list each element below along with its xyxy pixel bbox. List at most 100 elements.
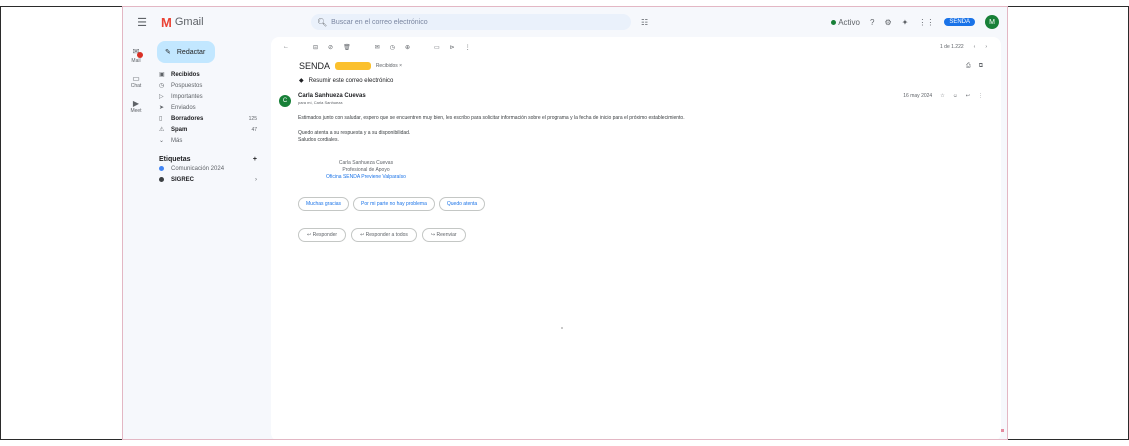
gmail-logo[interactable]: M Gmail (161, 15, 271, 30)
rail-item-meet[interactable]: ▶ Meet (123, 99, 149, 114)
labels-title: Etiquetas (159, 156, 191, 163)
sidebar-item-more[interactable]: ⌄ Más (153, 135, 263, 146)
spam-icon: ⚠ (159, 127, 165, 133)
email-paragraph: Saludos cordiales. (298, 137, 339, 143)
reply-button[interactable]: ↩ Responder (298, 228, 347, 242)
prev-icon[interactable]: ‹ (974, 44, 976, 50)
sidebar-item-spam[interactable]: ⚠ Spam 47 (153, 124, 263, 135)
inbox-chip[interactable]: Recibidos × (376, 63, 402, 69)
rail-item-chat[interactable]: ▭ Chat (123, 74, 149, 89)
gemini-icon[interactable]: ✦ (902, 18, 909, 27)
message-toolbar: ← ⊟ ⊘ 🗑︎ ✉ ◷ ⊕ ▭ ⊳ ⋮ 1 de 1.222 ‹ › (271, 37, 1001, 57)
report-spam-icon[interactable]: ⊘ (328, 44, 333, 51)
rail-label: Mail (131, 58, 141, 64)
sidebar-label-item[interactable]: Comunicación 2024 (153, 163, 263, 174)
draft-icon: ▯ (159, 116, 163, 122)
print-icon[interactable]: ⎙ (966, 63, 971, 70)
sidebar-item-label: Borradores (171, 115, 204, 122)
sender-name[interactable]: Carla Sanhueza Cuevas (298, 93, 366, 99)
add-task-icon[interactable]: ⊕ (405, 44, 410, 51)
sender-avatar[interactable]: C (279, 95, 291, 107)
archive-icon[interactable]: ⊟ (313, 44, 318, 51)
account-avatar[interactable]: M (985, 15, 999, 29)
sidebar-item-important[interactable]: ▷ Importantes (153, 91, 263, 102)
menu-icon[interactable]: ☰ (131, 16, 153, 29)
apps-icon[interactable]: ⋮⋮ (918, 18, 934, 27)
email-date: 16 may 2024 (903, 93, 933, 99)
reply-all-label: Responder a todos (365, 232, 408, 238)
subject-actions: ⎙ ⧉ (966, 63, 983, 70)
close-icon[interactable]: × (399, 63, 402, 69)
reply-icon[interactable]: ↩ (966, 93, 970, 99)
smart-reply-button[interactable]: Muchas gracias (298, 197, 350, 211)
more-vert-icon[interactable]: ⋮ (465, 44, 471, 51)
smart-reply-button[interactable]: Quedo atenta (438, 197, 486, 211)
email-subject: SENDA (299, 61, 331, 71)
emoji-icon[interactable]: ☺ (953, 93, 958, 99)
sidebar: ✎ Redactar ▣ Recibidos ◷ Pospuestos ▷ Im… (153, 37, 263, 439)
chevron-right-icon[interactable]: › (255, 177, 257, 183)
subject-row: SENDA Recibidos × ⎙ ⧉ (271, 61, 1001, 71)
sidebar-item-label: Spam (171, 126, 188, 133)
filter-icon[interactable]: ☷ (641, 18, 648, 27)
sender-row: C Carla Sanhueza Cuevas para mí, Carla S… (271, 93, 1001, 107)
sidebar-label-item[interactable]: SIGREC › (153, 174, 263, 185)
forward-label: Reenviar (436, 232, 457, 238)
sidebar-item-inbox[interactable]: ▣ Recibidos (153, 69, 263, 80)
label-icon[interactable]: ⊳ (450, 44, 455, 51)
sidebar-item-sent[interactable]: ➤ Enviados (153, 102, 263, 113)
email-paragraph: Quedo atenta a su respuesta y a su dispo… (298, 130, 411, 136)
reply-icon: ↩ (307, 232, 312, 238)
search-input[interactable]: Buscar en el correo electrónico (331, 19, 428, 26)
delete-icon[interactable]: 🗑︎ (343, 44, 351, 51)
open-new-window-icon[interactable]: ⧉ (979, 63, 983, 70)
sidebar-item-label: Pospuestos (171, 82, 203, 89)
sender-info: Carla Sanhueza Cuevas para mí, Carla San… (298, 93, 366, 105)
move-to-icon[interactable]: ▭ (434, 44, 440, 51)
signature-line: Profesional de Apoyo (342, 167, 390, 173)
add-label-icon[interactable]: + (253, 156, 257, 163)
status-label: Activo (838, 17, 860, 27)
pagination-text: 1 de 1.222 (940, 44, 964, 50)
rail-label: Meet (130, 108, 142, 114)
forward-button[interactable]: ↪ Reenviar (421, 228, 466, 242)
summarize-button[interactable]: ◆ Resumir este correo electrónico (299, 77, 1001, 85)
gmail-window: ☰ M Gmail 🔍︎ Buscar en el correo electró… (122, 6, 1008, 440)
top-right-area: Activo ? ⚙ ✦ ⋮⋮ SENDA M (831, 15, 999, 29)
sidebar-item-drafts[interactable]: ▯ Borradores 125 (153, 113, 263, 124)
back-arrow-icon[interactable]: ← (283, 44, 289, 50)
gmail-m-icon: M (161, 14, 172, 30)
rail-label: Chat (130, 83, 142, 89)
reply-label: Responder (312, 232, 338, 238)
help-icon[interactable]: ? (870, 18, 874, 27)
summarize-label: Resumir este correo electrónico (308, 77, 394, 84)
sparkle-icon: ◆ (299, 78, 304, 84)
email-body: Estimados junto con saludar, espero que … (298, 115, 987, 181)
sidebar-item-label: Enviados (171, 104, 196, 111)
snooze-icon[interactable]: ◷ (390, 44, 395, 51)
pencil-icon: ✎ (165, 49, 171, 56)
forward-icon: ↪ (430, 232, 436, 238)
compose-button[interactable]: ✎ Redactar (157, 41, 215, 63)
sidebar-item-snoozed[interactable]: ◷ Pospuestos (153, 80, 263, 91)
reply-actions: ↩ Responder ↩ Responder a todos ↪ Reenvi… (298, 228, 1001, 242)
next-icon[interactable]: › (985, 44, 987, 50)
search-icon[interactable]: 🔍︎ (317, 18, 327, 27)
video-icon: ▶ (132, 99, 140, 108)
search-bar[interactable]: 🔍︎ Buscar en el correo electrónico (311, 14, 631, 30)
settings-icon[interactable]: ⚙ (884, 18, 891, 27)
smart-reply-button[interactable]: Por mi parte no hay problema (353, 197, 435, 211)
chat-icon: ▭ (132, 74, 140, 83)
org-brand-badge: SENDA (944, 18, 975, 26)
app-rail: ✉ Mail ▭ Chat ▶ Meet (123, 37, 149, 439)
reply-all-button[interactable]: ↩ Responder a todos (351, 228, 417, 242)
signature-line[interactable]: Oficina SENDA Previene Valparaíso (316, 174, 416, 181)
rail-item-mail[interactable]: ✉ Mail (123, 47, 149, 64)
mark-unread-icon[interactable]: ✉ (375, 44, 380, 51)
more-vert-icon[interactable]: ⋮ (978, 93, 983, 99)
status-indicator[interactable]: Activo (831, 18, 860, 27)
sender-recipients[interactable]: para mí, Carla Sanhueza (298, 100, 366, 105)
compose-label: Redactar (176, 48, 206, 56)
important-icon: ▷ (159, 94, 164, 100)
star-icon[interactable]: ☆ (940, 93, 944, 99)
